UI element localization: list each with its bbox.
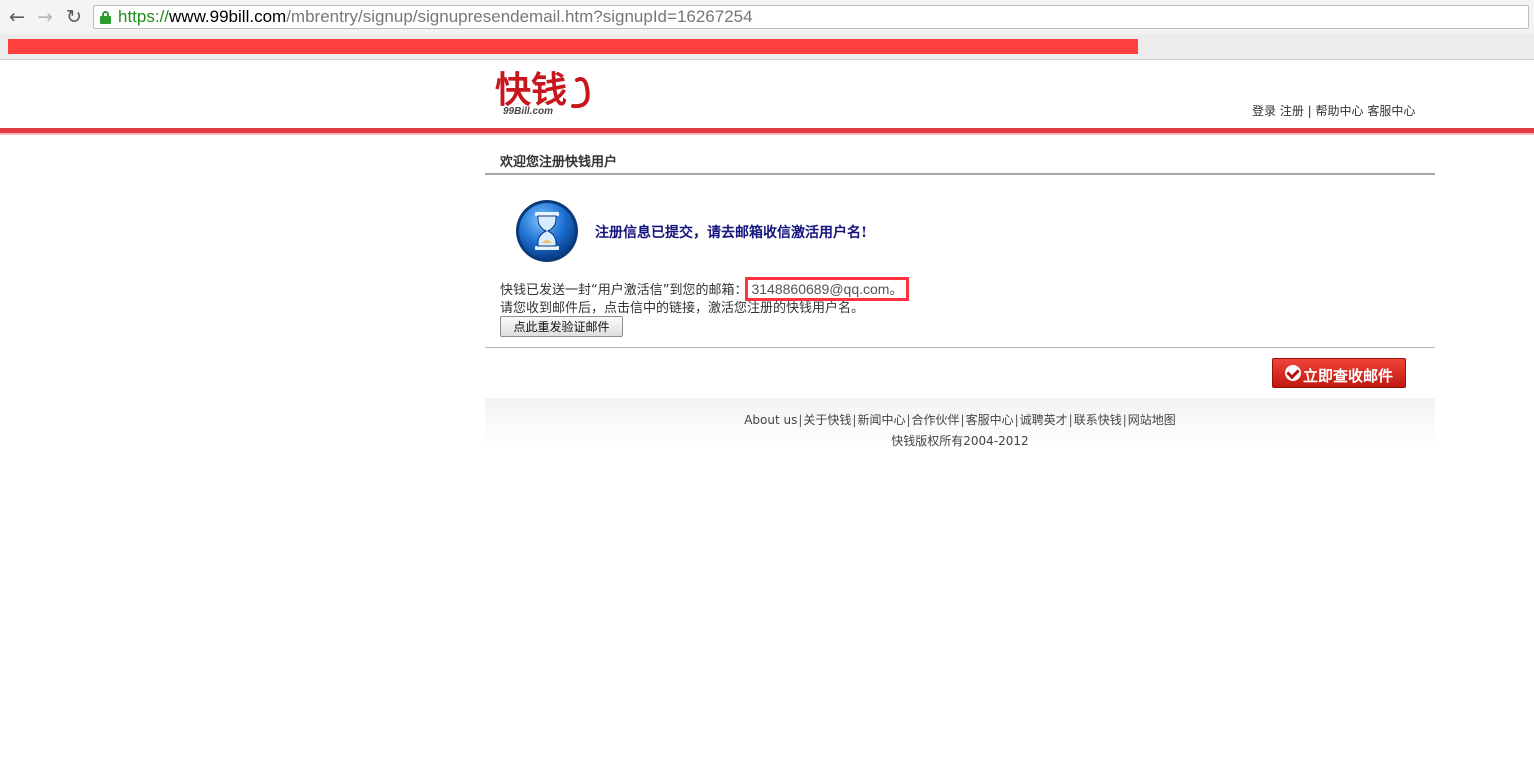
help-center-link[interactable]: 帮助中心 [1316, 104, 1364, 118]
url-text[interactable]: https://www.99bill.com/mbrentry/signup/s… [118, 7, 753, 27]
submit-notice: 注册信息已提交，请去邮箱收信激活用户名! [595, 225, 868, 241]
reload-icon[interactable]: ↻ [63, 6, 85, 28]
link-separator: | [1068, 413, 1073, 427]
footer-link-contact[interactable]: 联系快钱 [1074, 413, 1122, 427]
hourglass-icon [516, 200, 578, 262]
divider [485, 347, 1435, 348]
register-link[interactable]: 注册 [1280, 104, 1304, 118]
url-path: /mbrentry/signup/signupresendemail.htm?s… [286, 7, 753, 26]
customer-center-link[interactable]: 客服中心 [1367, 104, 1415, 118]
site-footer: About us|关于快钱|新闻中心|合作伙伴|客服中心|诚聘英才|联系快钱|网… [485, 398, 1435, 448]
browser-toolbar: ← → ↻ https://www.99bill.com/mbrentry/si… [0, 0, 1534, 34]
footer-link-customer-service[interactable]: 客服中心 [966, 413, 1014, 427]
forward-arrow-icon[interactable]: → [34, 6, 56, 28]
link-separator: | [1122, 413, 1127, 427]
resend-verification-button[interactable]: 点此重发验证邮件 [500, 316, 623, 337]
footer-link-careers[interactable]: 诚聘英才 [1020, 413, 1068, 427]
site-header: 快钱 99Bill.com 登录 注册 | 帮助中心 客服中心 [0, 60, 1534, 128]
link-separator: | [1014, 413, 1019, 427]
logo-subtext: 99Bill.com [503, 106, 554, 117]
footer-links: About us|关于快钱|新闻中心|合作伙伴|客服中心|诚聘英才|联系快钱|网… [485, 411, 1435, 428]
page-title: 欢迎您注册快钱用户 [500, 155, 618, 170]
login-link[interactable]: 登录 [1252, 104, 1276, 118]
copyright: 快钱版权所有2004-2012 [891, 434, 1029, 448]
sent-text: 快钱已发送一封“用户激活信”到您的邮箱： [500, 283, 748, 298]
page: 快钱 99Bill.com 登录 注册 | 帮助中心 客服中心 欢迎您注册快钱用… [0, 60, 1534, 772]
link-separator: | [960, 413, 965, 427]
checkmark-icon [1285, 365, 1301, 381]
top-links: 登录 注册 | 帮助中心 客服中心 [1252, 102, 1415, 119]
url-scheme: https:// [118, 7, 170, 26]
footer-link-about-99bill[interactable]: 关于快钱 [803, 413, 851, 427]
logo-text: 快钱 [495, 69, 567, 111]
redaction-bar [8, 39, 1138, 54]
footer-link-about-us[interactable]: About us [744, 413, 797, 427]
lock-icon [100, 11, 111, 24]
back-arrow-icon[interactable]: ← [6, 6, 28, 28]
address-bar[interactable]: https://www.99bill.com/mbrentry/signup/s… [93, 5, 1529, 29]
check-mail-label: 立即查收邮件 [1303, 367, 1394, 385]
activation-instruction: 请您收到邮件后，点击信中的链接，激活您注册的快钱用户名。 [500, 301, 865, 316]
link-separator: | [906, 413, 911, 427]
url-host: www.99bill.com [169, 7, 287, 26]
link-separator: | [852, 413, 857, 427]
check-mail-button[interactable]: 立即查收邮件 [1272, 358, 1406, 388]
link-separator: | [798, 413, 803, 427]
footer-link-sitemap[interactable]: 网站地图 [1128, 413, 1176, 427]
footer-link-partners[interactable]: 合作伙伴 [912, 413, 960, 427]
footer-link-news[interactable]: 新闻中心 [857, 413, 905, 427]
link-separator: | [1303, 104, 1316, 118]
title-row: 欢迎您注册快钱用户 [485, 135, 1435, 175]
